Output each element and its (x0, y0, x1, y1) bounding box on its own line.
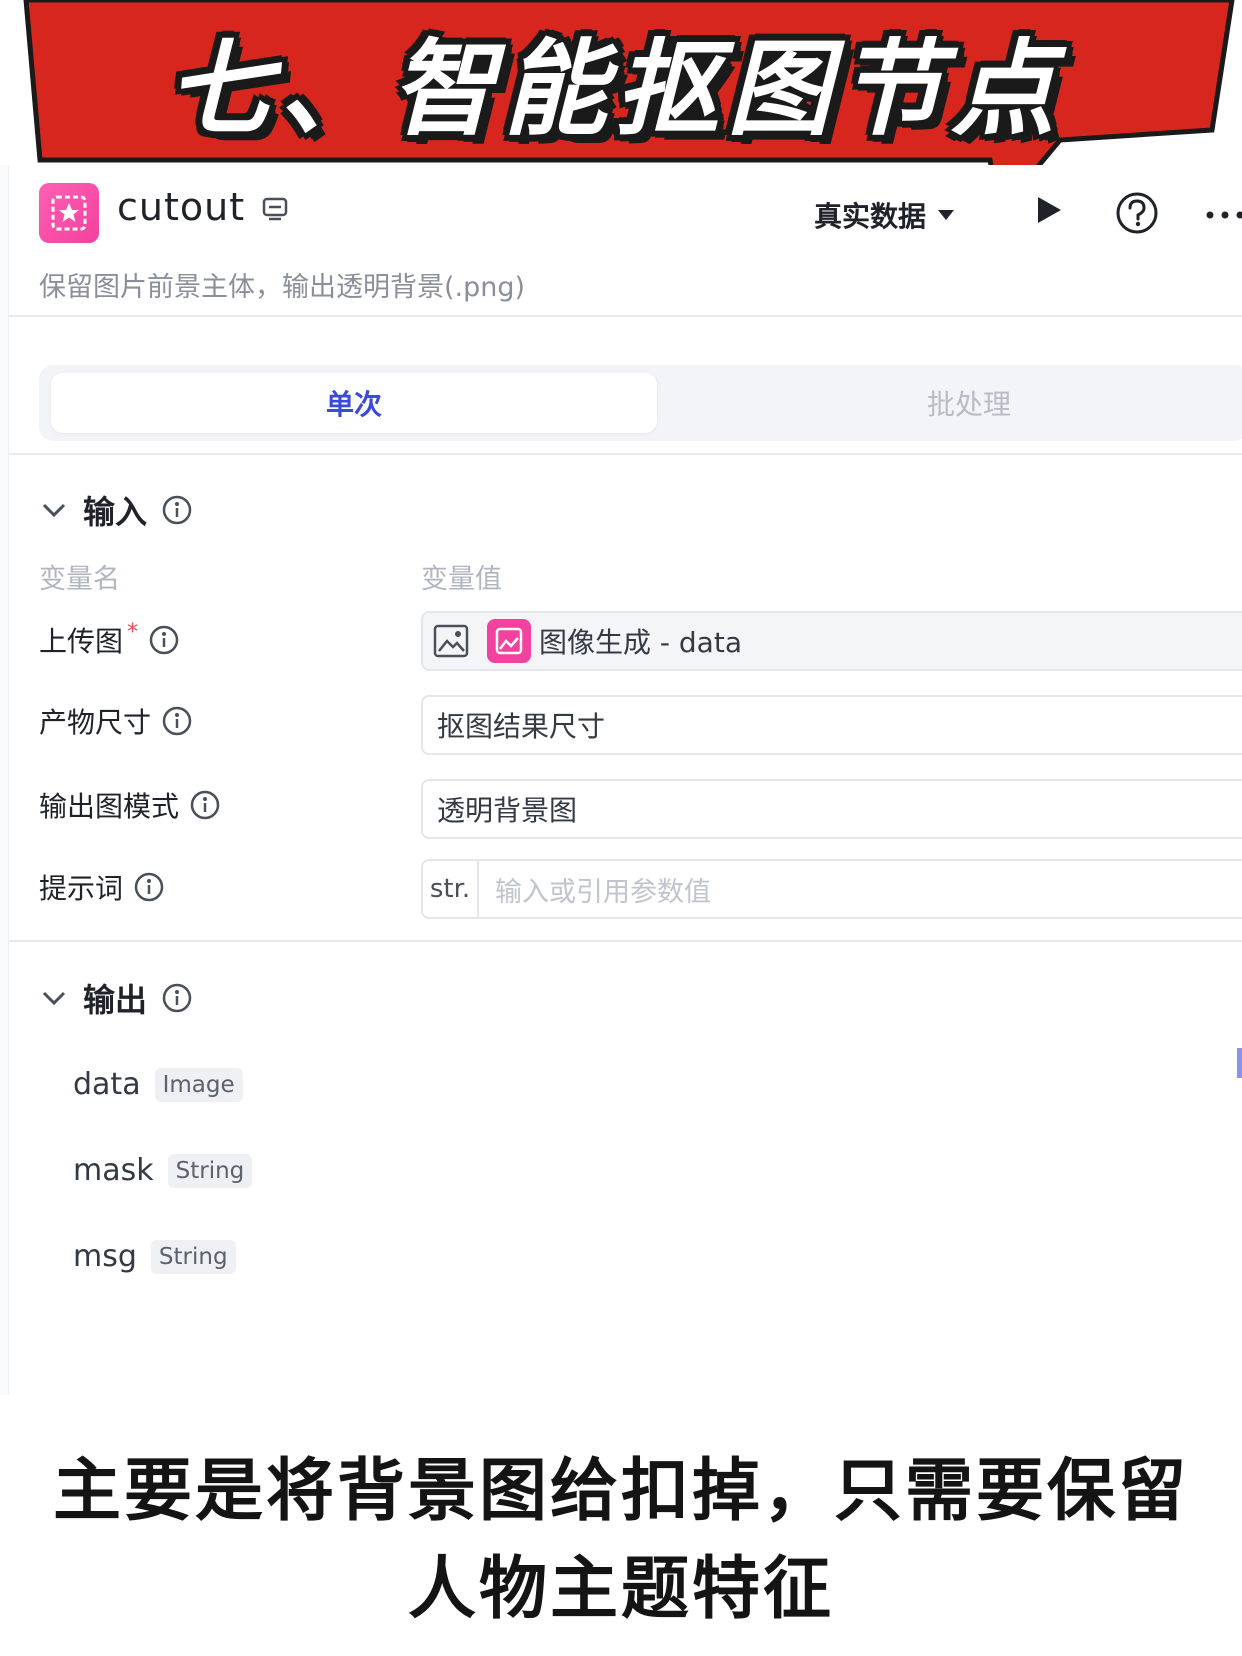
header-divider (9, 315, 1242, 317)
caption: 主要是将背景图给扣掉，只需要保留 人物主题特征 (0, 1395, 1242, 1656)
output-size-select[interactable]: 抠图结果尺寸 (421, 695, 1242, 755)
tab-single[interactable]: 单次 (51, 373, 657, 433)
output-type-badge: String (167, 1153, 253, 1188)
caret-down-icon (938, 210, 955, 220)
tab-batch[interactable]: 批处理 (679, 373, 1242, 433)
output-section-title: 输出 (83, 981, 148, 1019)
node-title[interactable]: cutout (117, 185, 245, 229)
output-size-label-text: 产物尺寸 (39, 706, 152, 739)
caption-line-2: 人物主题特征 (407, 1550, 834, 1629)
info-icon[interactable] (189, 789, 221, 821)
output-size-value: 抠图结果尺寸 (437, 710, 606, 743)
upload-image-label: 上传图 * (39, 620, 180, 660)
input-divider (9, 940, 1242, 942)
image-type-icon (429, 619, 473, 663)
image-generation-icon (487, 619, 531, 663)
output-mode-select[interactable]: 透明背景图 (421, 779, 1242, 839)
output-mode-label-text: 输出图模式 (39, 790, 180, 823)
input-section-title: 输入 (83, 493, 148, 531)
image-reference-text: 图像生成 - data (539, 626, 742, 659)
info-icon[interactable] (133, 871, 165, 903)
run-icon[interactable] (1035, 195, 1063, 229)
output-mode-label: 输出图模式 (39, 785, 221, 825)
info-icon[interactable] (161, 494, 193, 526)
output-type-badge: String (150, 1239, 236, 1274)
tabs-divider (9, 453, 1242, 455)
edit-name-icon[interactable] (261, 195, 289, 227)
output-size-label: 产物尺寸 (39, 701, 193, 741)
prompt-input[interactable]: str. 输入或引用参数值 (421, 859, 1242, 919)
upload-image-label-text: 上传图 (39, 625, 124, 658)
prompt-label-text: 提示词 (39, 872, 124, 905)
data-source-select[interactable]: 真实数据 (814, 195, 956, 235)
info-icon[interactable] (161, 705, 193, 737)
run-mode-tabs: 单次 批处理 (39, 365, 1242, 441)
output-item: mask String (73, 1153, 253, 1188)
output-name: msg (73, 1239, 137, 1274)
help-icon[interactable] (1115, 191, 1159, 239)
chevron-down-icon (39, 495, 69, 525)
banner-title: 七、智能抠图节点 (166, 27, 1063, 150)
node-panel-body: cutout 真实数据 保留图片前景主体，输出透明背景(.png) 单次 批处理… (8, 165, 1242, 1395)
info-icon[interactable] (148, 624, 180, 656)
column-header-value: 变量值 (421, 564, 502, 595)
edge-link-marker[interactable] (1237, 1048, 1242, 1078)
node-panel: cutout 真实数据 保留图片前景主体，输出透明背景(.png) 单次 批处理… (0, 165, 1242, 1395)
upload-image-field[interactable]: 图像生成 - data (421, 611, 1242, 671)
more-options-icon[interactable] (1205, 205, 1242, 224)
node-description: 保留图片前景主体，输出透明背景(.png) (39, 272, 526, 303)
info-icon[interactable] (161, 982, 193, 1014)
cutout-node-icon (39, 183, 99, 243)
required-mark: * (127, 619, 139, 645)
output-type-badge: Image (154, 1067, 243, 1102)
input-section-header[interactable]: 输入 (39, 487, 193, 533)
data-source-label: 真实数据 (814, 200, 927, 233)
output-section-header[interactable]: 输出 (39, 975, 193, 1021)
output-name: mask (73, 1153, 154, 1188)
column-header-name: 变量名 (39, 564, 120, 595)
string-type-tag[interactable]: str. (423, 861, 479, 917)
output-name: data (73, 1067, 141, 1102)
prompt-placeholder: 输入或引用参数值 (495, 876, 711, 908)
output-item: msg String (73, 1239, 236, 1274)
output-mode-value: 透明背景图 (437, 794, 578, 827)
caption-line-1: 主要是将背景图给扣掉，只需要保留 (52, 1452, 1189, 1531)
output-item: data Image (73, 1067, 243, 1102)
chevron-down-icon (39, 983, 69, 1013)
prompt-label: 提示词 (39, 867, 165, 907)
